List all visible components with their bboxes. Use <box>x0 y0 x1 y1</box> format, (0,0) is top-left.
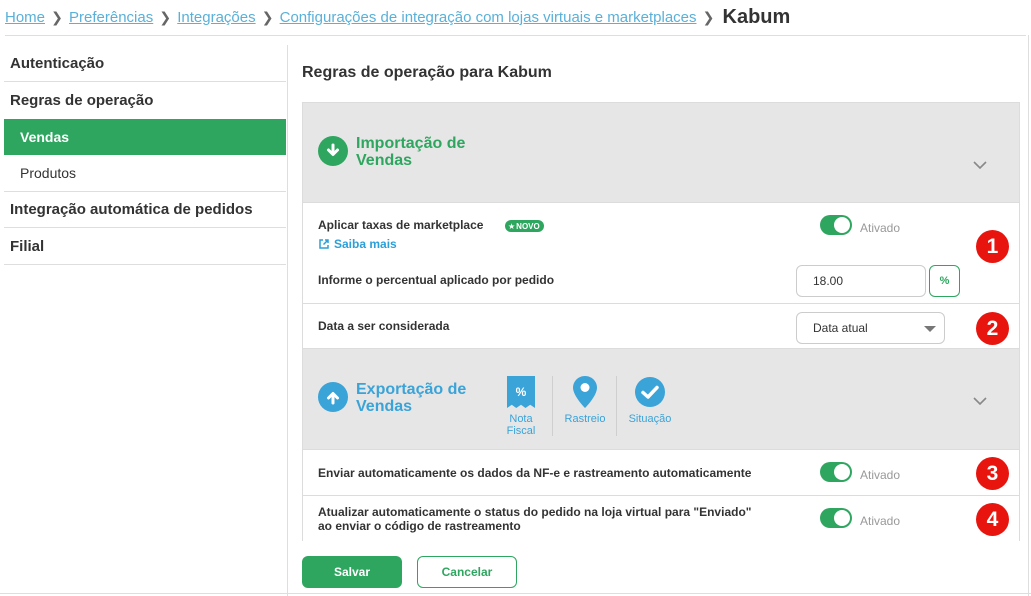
new-badge-text: NOVO <box>516 221 540 231</box>
marker-1: 1 <box>976 230 1009 263</box>
external-link-icon <box>319 239 329 249</box>
breadcrumb-current: Kabum <box>722 5 791 28</box>
chevron-right-icon: ❯ <box>159 8 172 25</box>
feature-divider <box>616 376 617 436</box>
feature-rastreio-label: Rastreio <box>564 413 606 425</box>
import-section-header[interactable]: Importação de Vendas <box>303 103 1019 202</box>
sidebar-item-integracao-automatica[interactable]: Integração automática de pedidos <box>4 191 286 228</box>
upload-arrow-icon <box>318 382 348 412</box>
percent-label: Informe o percentual aplicado por pedido <box>318 273 555 287</box>
marketplace-fees-toggle[interactable] <box>820 215 852 235</box>
sidebar-item-autenticacao[interactable]: Autenticação <box>4 45 286 82</box>
page-border-bottom <box>0 593 1031 594</box>
breadcrumb-divider <box>5 35 1026 36</box>
marker-2: 2 <box>976 312 1009 345</box>
page-title: Regras de operação para Kabum <box>302 64 552 81</box>
chevron-right-icon: ❯ <box>702 8 715 25</box>
export-title-line2: Vendas <box>356 398 413 415</box>
percent-input[interactable]: 18.00 <box>796 265 926 297</box>
feature-situacao-label: Situação <box>628 413 672 425</box>
date-row: Data a ser considerada Data atual 2 <box>303 303 1019 349</box>
breadcrumb-home[interactable]: Home <box>5 9 45 26</box>
auto-update-label: Atualizar automaticamente o status do pe… <box>318 505 751 533</box>
breadcrumb-configuracoes[interactable]: Configurações de integração com lojas vi… <box>280 9 697 26</box>
date-label: Data a ser considerada <box>318 319 450 333</box>
new-badge: ★ NOVO <box>505 220 544 232</box>
check-circle-icon <box>635 377 665 407</box>
marker-3: 3 <box>976 457 1009 490</box>
dropdown-arrow-icon <box>924 326 936 332</box>
feature-nota-label: Nota <box>509 413 533 425</box>
export-panel: Exportação de Vendas % Nota Fiscal Rastr… <box>302 348 1020 541</box>
import-panel: Importação de Vendas Aplicar taxas de ma… <box>302 102 1020 349</box>
import-title-line2: Vendas <box>356 152 413 169</box>
sidebar-item-produtos[interactable]: Produtos <box>4 155 286 191</box>
marketplace-fees-row: Aplicar taxas de marketplace ★ NOVO Saib… <box>303 202 1019 303</box>
saiba-mais-link[interactable]: Saiba mais <box>318 237 397 251</box>
feature-divider <box>552 376 553 436</box>
chevron-right-icon: ❯ <box>261 8 274 25</box>
breadcrumb-preferencias[interactable]: Preferências <box>69 9 153 26</box>
feature-nota-fiscal: % Nota Fiscal <box>502 376 540 437</box>
download-arrow-icon <box>318 136 348 166</box>
sidebar: Autenticação Regras de operação Vendas P… <box>4 45 286 265</box>
chevron-right-icon: ❯ <box>51 8 63 25</box>
auto-update-label-line1: Atualizar automaticamente o status do pe… <box>318 505 752 519</box>
percent-button[interactable]: % <box>929 265 960 297</box>
save-button[interactable]: Salvar <box>302 556 402 588</box>
feature-situacao: Situação <box>623 376 677 425</box>
auto-send-row: Enviar automaticamente os dados da NF-e … <box>303 449 1019 495</box>
chevron-down-icon[interactable] <box>973 393 987 409</box>
cancel-button[interactable]: Cancelar <box>417 556 517 588</box>
percent-icon: % <box>939 275 950 287</box>
sidebar-item-filial[interactable]: Filial <box>4 228 286 265</box>
sidebar-item-vendas[interactable]: Vendas <box>4 119 286 155</box>
marketplace-fees-status: Ativado <box>860 221 901 235</box>
breadcrumb-integracoes[interactable]: Integrações <box>177 9 255 26</box>
export-title-line1: Exportação de <box>356 381 467 398</box>
export-section-title: Exportação de Vendas <box>356 381 466 415</box>
auto-update-row: Atualizar automaticamente o status do pe… <box>303 495 1019 541</box>
sidebar-item-regras-operacao[interactable]: Regras de operação <box>4 82 286 119</box>
date-select-value: Data atual <box>813 321 868 335</box>
sidebar-divider <box>287 45 288 596</box>
auto-update-status: Ativado <box>860 514 901 528</box>
auto-send-status: Ativado <box>860 468 901 482</box>
receipt-icon-text: % <box>515 385 527 399</box>
auto-send-toggle[interactable] <box>820 462 852 482</box>
auto-update-label-line2: ao enviar o código de rastreamento <box>318 519 521 533</box>
feature-fiscal-label: Fiscal <box>506 425 536 437</box>
location-pin-icon <box>573 376 597 408</box>
star-icon: ★ <box>508 221 516 231</box>
receipt-icon: % <box>507 376 535 408</box>
import-title-line1: Importação de <box>356 135 466 152</box>
marketplace-fees-label: Aplicar taxas de marketplace <box>318 218 484 232</box>
chevron-down-icon[interactable] <box>973 157 987 173</box>
auto-update-toggle[interactable] <box>820 508 852 528</box>
date-select[interactable]: Data atual <box>796 312 945 344</box>
marker-4: 4 <box>976 503 1009 536</box>
breadcrumb: Home ❯ Preferências ❯ Integrações ❯ Conf… <box>5 4 790 30</box>
import-section-title: Importação de Vendas <box>356 135 465 169</box>
saiba-mais-text: Saiba mais <box>334 237 397 251</box>
auto-send-label: Enviar automaticamente os dados da NF-e … <box>318 466 752 480</box>
export-section-header[interactable]: Exportação de Vendas % Nota Fiscal Rastr… <box>303 349 1019 449</box>
feature-rastreio: Rastreio <box>561 376 609 425</box>
page-border-right <box>1028 35 1029 596</box>
